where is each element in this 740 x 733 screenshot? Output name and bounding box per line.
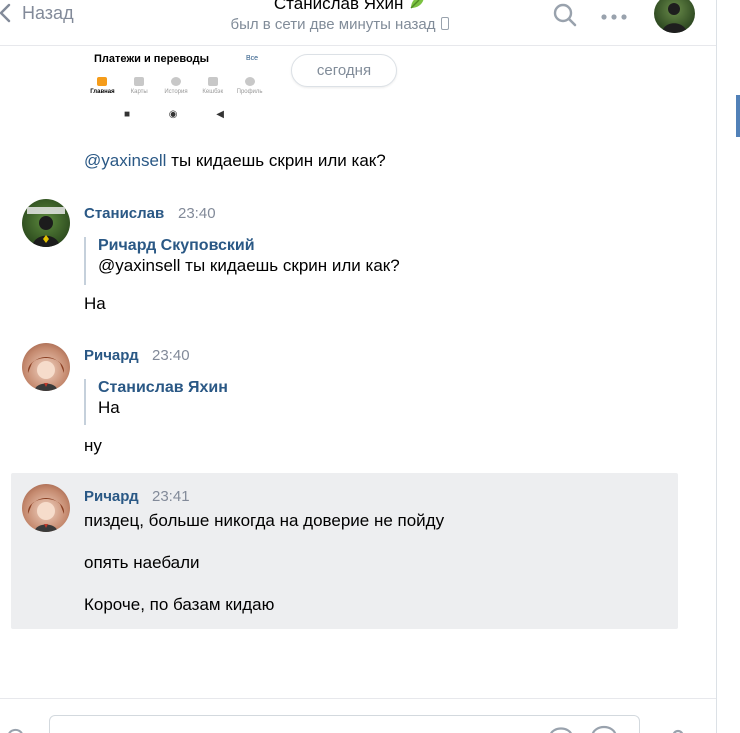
card-icon (134, 77, 145, 86)
chat-header: Назад Станислав Яхин был в сети две мину… (0, 0, 716, 46)
chat-title[interactable]: Станислав Яхин (220, 0, 480, 16)
online-status: был в сети две минуты назад (200, 16, 480, 33)
date-divider: сегодня (291, 54, 397, 87)
screenshot-tab: Кешбэк (196, 77, 230, 95)
cashback-icon (207, 77, 218, 86)
screenshot-tab: Карты (122, 77, 156, 95)
more-dots-icon[interactable] (600, 8, 628, 26)
message-text: Короче, по базам кидаю (84, 595, 275, 614)
avatar[interactable] (22, 343, 70, 391)
message-text: На (84, 294, 106, 313)
screenshot-tab: Профиль (233, 77, 267, 95)
message-time[interactable]: 23:40 (152, 347, 190, 364)
square-icon: ■ (124, 109, 131, 120)
circle-icon: ◉ (168, 109, 178, 120)
screenshot-navbar: ■ ◉ ◀ (124, 109, 224, 120)
chat-title-text: Станислав Яхин (273, 0, 404, 13)
chevron-left-icon (0, 0, 22, 26)
content-divider (716, 0, 717, 733)
message-text: ну (84, 436, 102, 455)
gift-icon[interactable] (548, 723, 574, 733)
mobile-phone-icon (441, 17, 450, 30)
message-text: @yaxinsell ты кидаешь скрин или как? (84, 151, 386, 171)
avatar[interactable] (22, 484, 70, 532)
composer-divider (0, 698, 716, 699)
message-author[interactable]: Ричард (84, 488, 139, 505)
home-icon (97, 77, 108, 86)
quote-text: На (98, 398, 120, 417)
scrollbar-thumb[interactable] (736, 95, 740, 137)
message-author[interactable]: Станислав (84, 205, 164, 222)
quote-author: Ричард Скуповский (98, 237, 255, 254)
leaf-icon (408, 0, 426, 16)
microphone-icon[interactable] (668, 724, 688, 733)
chat-avatar[interactable] (654, 0, 695, 33)
mention-link[interactable]: @yaxinsell (84, 151, 166, 170)
back-button[interactable]: Назад (0, 0, 74, 26)
clock-icon (170, 77, 181, 86)
message-text: опять наебали (84, 553, 200, 572)
message-text: пиздец, больше никогда на доверие не пой… (84, 511, 445, 530)
online-status-text: был в сети две минуты назад (230, 16, 436, 33)
avatar[interactable] (22, 199, 70, 247)
message-author[interactable]: Ричард (84, 347, 139, 364)
attached-screenshot[interactable]: Платежи и переводы Все Главная Карты Ист… (84, 47, 268, 127)
back-label: Назад (22, 2, 74, 23)
message-text-body: ты кидаешь скрин или как? (166, 151, 386, 170)
message-time[interactable]: 23:41 (152, 488, 190, 505)
screenshot-tabbar: Главная Карты История Кешбэк Профиль (84, 77, 268, 95)
reply-quote[interactable]: Станислав Яхин На (84, 379, 228, 425)
quote-text: @yaxinsell ты кидаешь скрин или как? (98, 256, 400, 275)
screenshot-tab: История (159, 77, 193, 95)
search-icon[interactable] (552, 2, 578, 33)
emoji-icon[interactable] (590, 723, 618, 733)
screenshot-title: Платежи и переводы (94, 53, 209, 65)
reply-quote[interactable]: Ричард Скуповский @yaxinsell ты кидаешь … (84, 237, 400, 285)
screenshot-tab: Главная (85, 77, 119, 95)
profile-icon (244, 77, 255, 86)
attach-icon[interactable] (4, 724, 26, 733)
message-time[interactable]: 23:40 (178, 205, 216, 222)
triangle-back-icon: ◀ (216, 109, 224, 120)
quote-author: Станислав Яхин (98, 379, 228, 396)
screenshot-all-link: Все (245, 55, 258, 62)
